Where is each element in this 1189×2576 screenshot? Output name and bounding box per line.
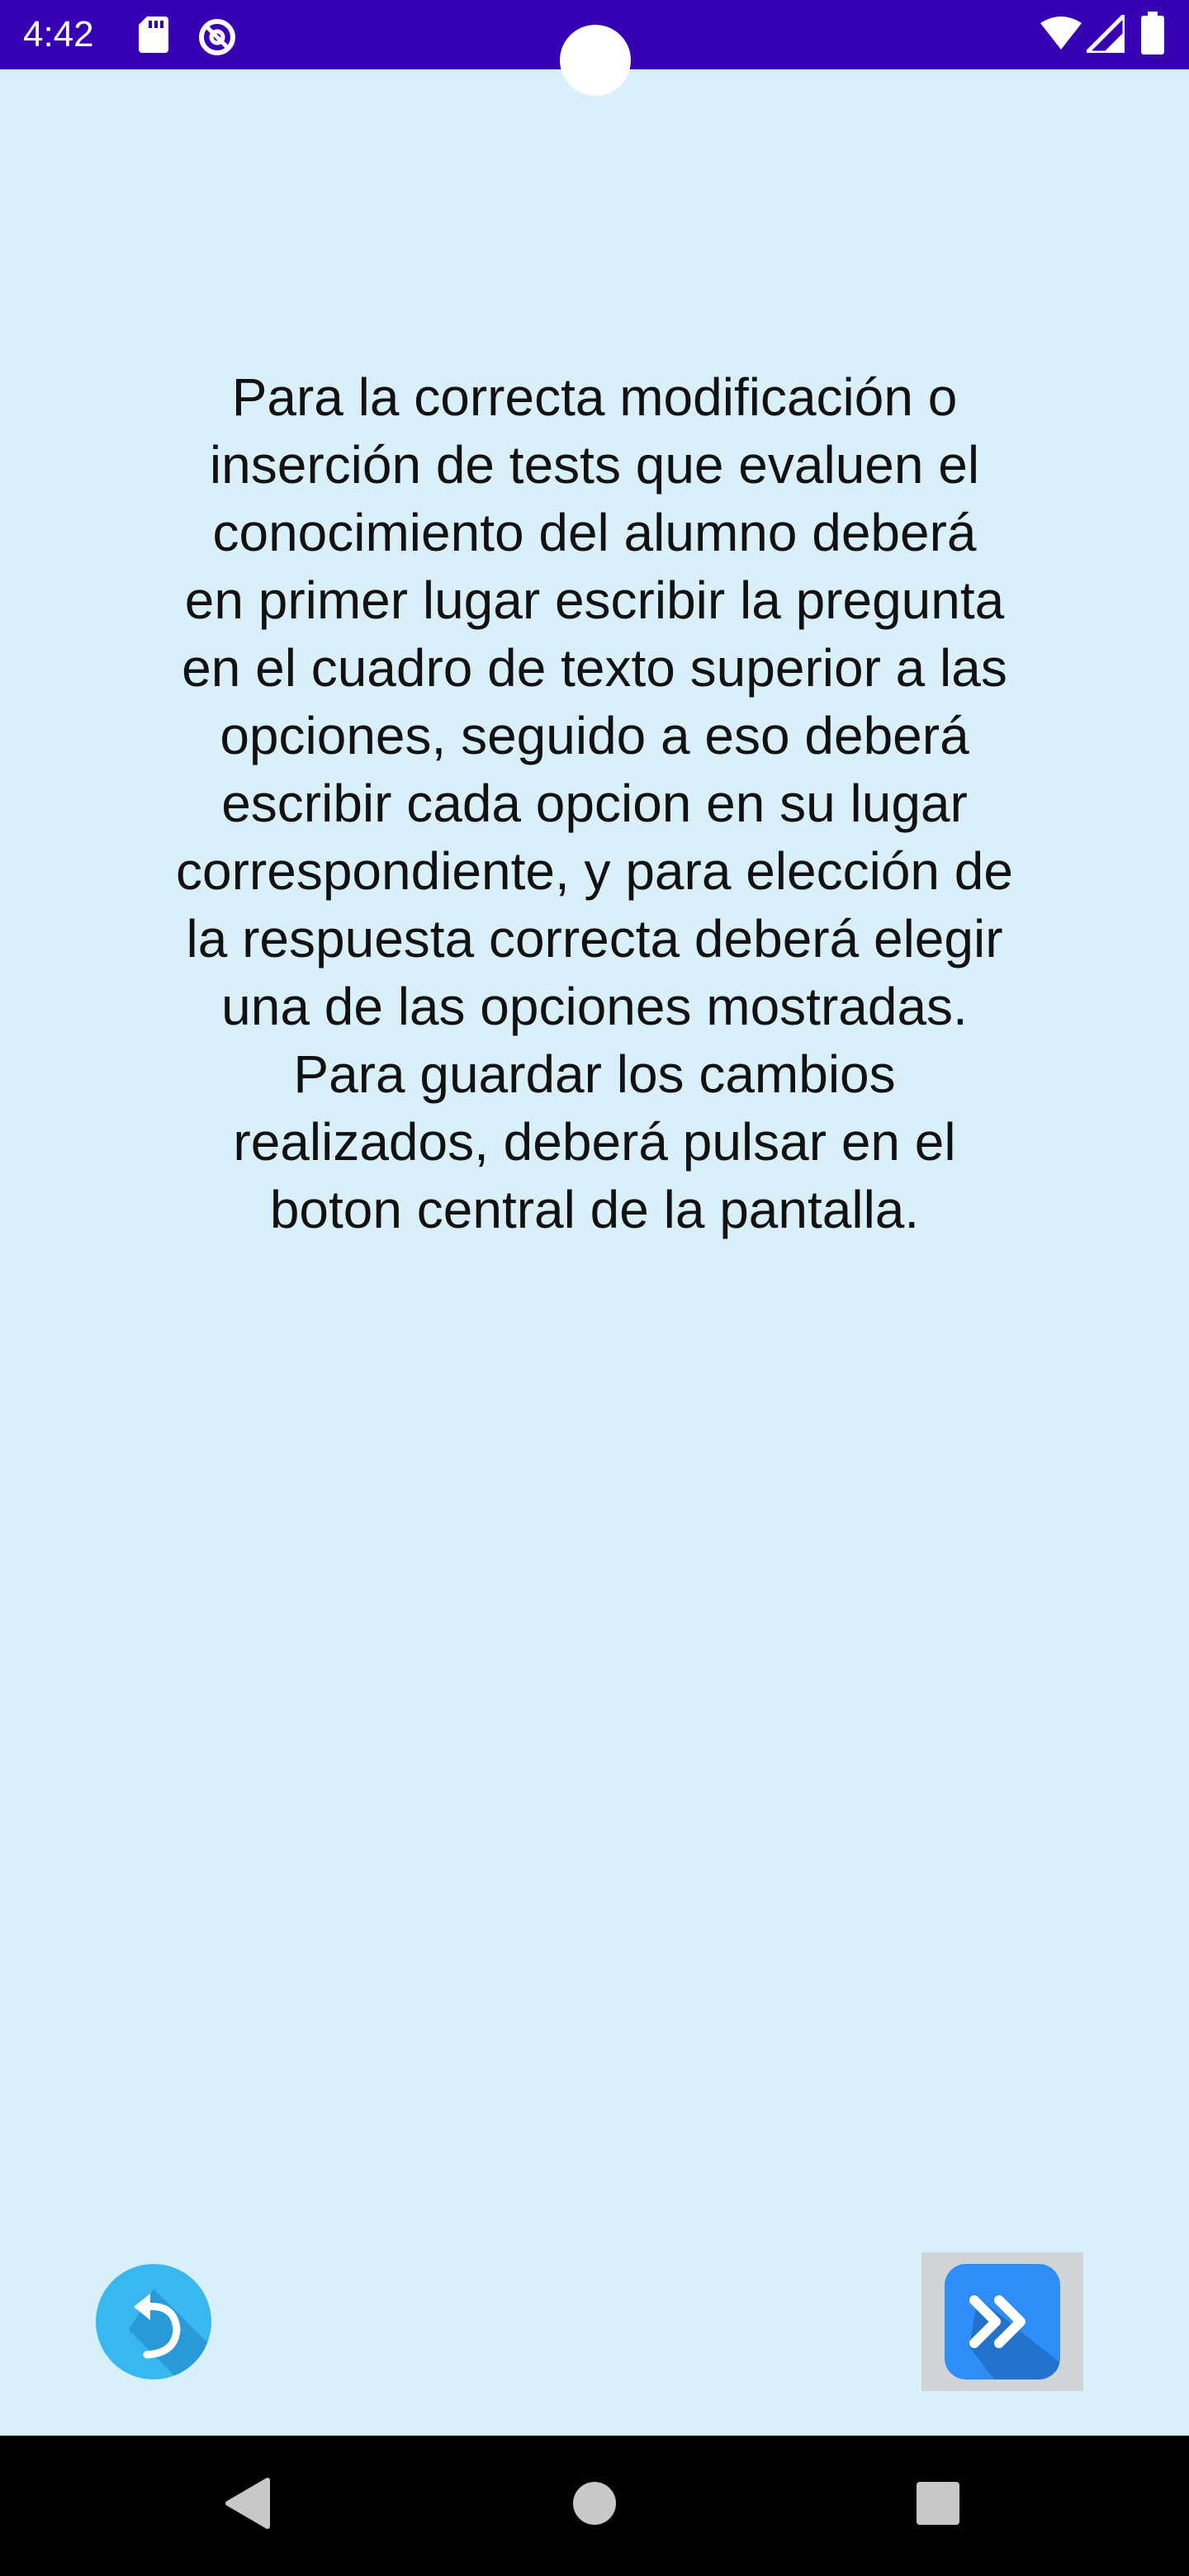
next-button-face[interactable]	[945, 2264, 1060, 2379]
camera-cutout	[560, 25, 631, 96]
undo-arrow-icon	[129, 2289, 211, 2379]
navigation-bar	[0, 2436, 1189, 2576]
battery-icon	[1141, 12, 1164, 54]
sync-icon	[199, 19, 235, 55]
app-screen: 4:42 Para la correcta modificación o ins…	[0, 0, 1189, 2576]
signal-icon	[1087, 15, 1125, 53]
status-time: 4:42	[23, 14, 94, 54]
double-chevron-right-icon	[969, 2295, 1060, 2379]
nav-recents-icon[interactable]	[917, 2482, 959, 2525]
wifi-icon	[1040, 17, 1082, 50]
next-button[interactable]	[921, 2252, 1083, 2391]
back-button[interactable]	[96, 2264, 211, 2379]
sd-card-icon	[139, 17, 168, 53]
instructions-text: Para la correcta modificación o inserció…	[176, 367, 1013, 1239]
nav-home-icon[interactable]	[573, 2482, 616, 2525]
nav-back-icon[interactable]	[223, 2477, 272, 2530]
